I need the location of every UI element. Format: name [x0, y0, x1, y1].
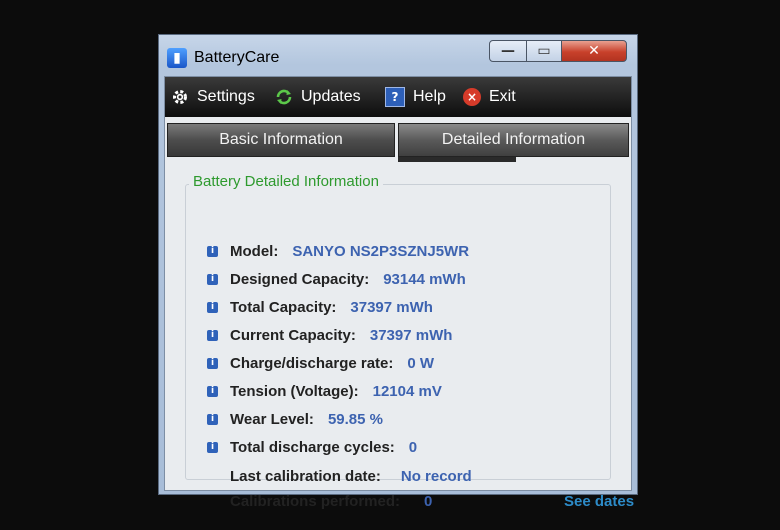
toolbar: Settings Updates ? Help × Exit [165, 77, 631, 117]
maximize-button[interactable]: ▭ [526, 40, 562, 62]
help-icon: ? [385, 87, 405, 107]
window-title: BatteryCare [194, 49, 280, 66]
active-tab-indicator [398, 157, 516, 162]
info-icon[interactable]: i [207, 385, 218, 397]
detail-label: Wear Level: [230, 410, 314, 428]
info-icon[interactable]: i [207, 273, 218, 285]
detail-label: Total discharge cycles: [230, 438, 395, 456]
detail-row-current-capacity: i Current Capacity: 37397 mWh [207, 325, 452, 345]
detail-row-calibrations-performed: Calibrations performed: 0 See dates [230, 491, 634, 511]
app-battery-icon: ▮ [167, 48, 187, 68]
detail-value: 93144 mWh [383, 270, 466, 288]
settings-button[interactable]: Settings [171, 88, 255, 106]
updates-button[interactable]: Updates [275, 88, 361, 106]
info-icon[interactable]: i [207, 413, 218, 425]
detail-label: Designed Capacity: [230, 270, 370, 288]
info-icon[interactable]: i [207, 245, 218, 257]
see-dates-link[interactable]: See dates [564, 493, 634, 510]
updates-label: Updates [301, 88, 361, 105]
detail-label: Total Capacity: [230, 298, 337, 316]
detail-row-last-calibration: Last calibration date: No record [230, 466, 472, 486]
exit-label: Exit [489, 88, 516, 105]
detail-row-wear-level: i Wear Level: 59.85 % [207, 409, 383, 429]
detail-value: 37397 mWh [350, 298, 433, 316]
info-icon[interactable]: i [207, 301, 218, 313]
group-title: Battery Detailed Information [189, 173, 383, 190]
close-button[interactable]: ✕ [561, 40, 627, 62]
tab-detailed-information[interactable]: Detailed Information [398, 123, 629, 157]
detail-label: Model: [230, 242, 279, 260]
detail-value: SANYO NS2P3SZNJ5WR [292, 242, 470, 260]
detail-label: Last calibration date: [230, 467, 381, 485]
detail-row-charge-rate: i Charge/discharge rate: 0 W [207, 353, 434, 373]
detail-value: 12104 mV [372, 382, 442, 400]
detail-value: 0 W [407, 354, 435, 372]
help-label: Help [413, 88, 446, 105]
minimize-button[interactable]: — [489, 40, 527, 62]
info-icon[interactable]: i [207, 441, 218, 453]
detail-label: Charge/discharge rate: [230, 354, 394, 372]
client-area: Settings Updates ? Help × Exit Basic Inf… [164, 76, 634, 510]
help-button[interactable]: ? Help [385, 87, 446, 107]
detail-value: No record [400, 467, 472, 485]
gear-icon [171, 88, 189, 106]
exit-button[interactable]: × Exit [463, 88, 516, 106]
batterycare-window: ▮ BatteryCare — ▭ ✕ Settings Updates ? H… [158, 34, 638, 510]
detail-label: Tension (Voltage): [230, 382, 359, 400]
detail-row-designed-capacity: i Designed Capacity: 93144 mWh [207, 269, 466, 289]
info-icon[interactable]: i [207, 329, 218, 341]
detail-value: 37397 mWh [369, 326, 453, 344]
detail-label: Calibrations performed: [230, 492, 401, 510]
detail-value: 0 [424, 492, 433, 510]
detail-row-discharge-cycles: i Total discharge cycles: 0 [207, 437, 417, 457]
refresh-icon [275, 88, 293, 106]
detail-value: 59.85 % [327, 410, 383, 428]
settings-label: Settings [197, 88, 255, 105]
detail-label: Current Capacity: [230, 326, 356, 344]
detail-row-voltage: i Tension (Voltage): 12104 mV [207, 381, 442, 401]
detail-value: 0 [408, 438, 418, 456]
info-icon[interactable]: i [207, 357, 218, 369]
tab-strip: Basic Information Detailed Information [165, 123, 631, 157]
title-bar[interactable]: ▮ BatteryCare — ▭ ✕ [159, 35, 637, 77]
tab-basic-information[interactable]: Basic Information [167, 123, 395, 157]
detail-row-model: i Model: SANYO NS2P3SZNJ5WR [207, 241, 469, 261]
exit-icon: × [463, 88, 481, 106]
detail-row-total-capacity: i Total Capacity: 37397 mWh [207, 297, 433, 317]
